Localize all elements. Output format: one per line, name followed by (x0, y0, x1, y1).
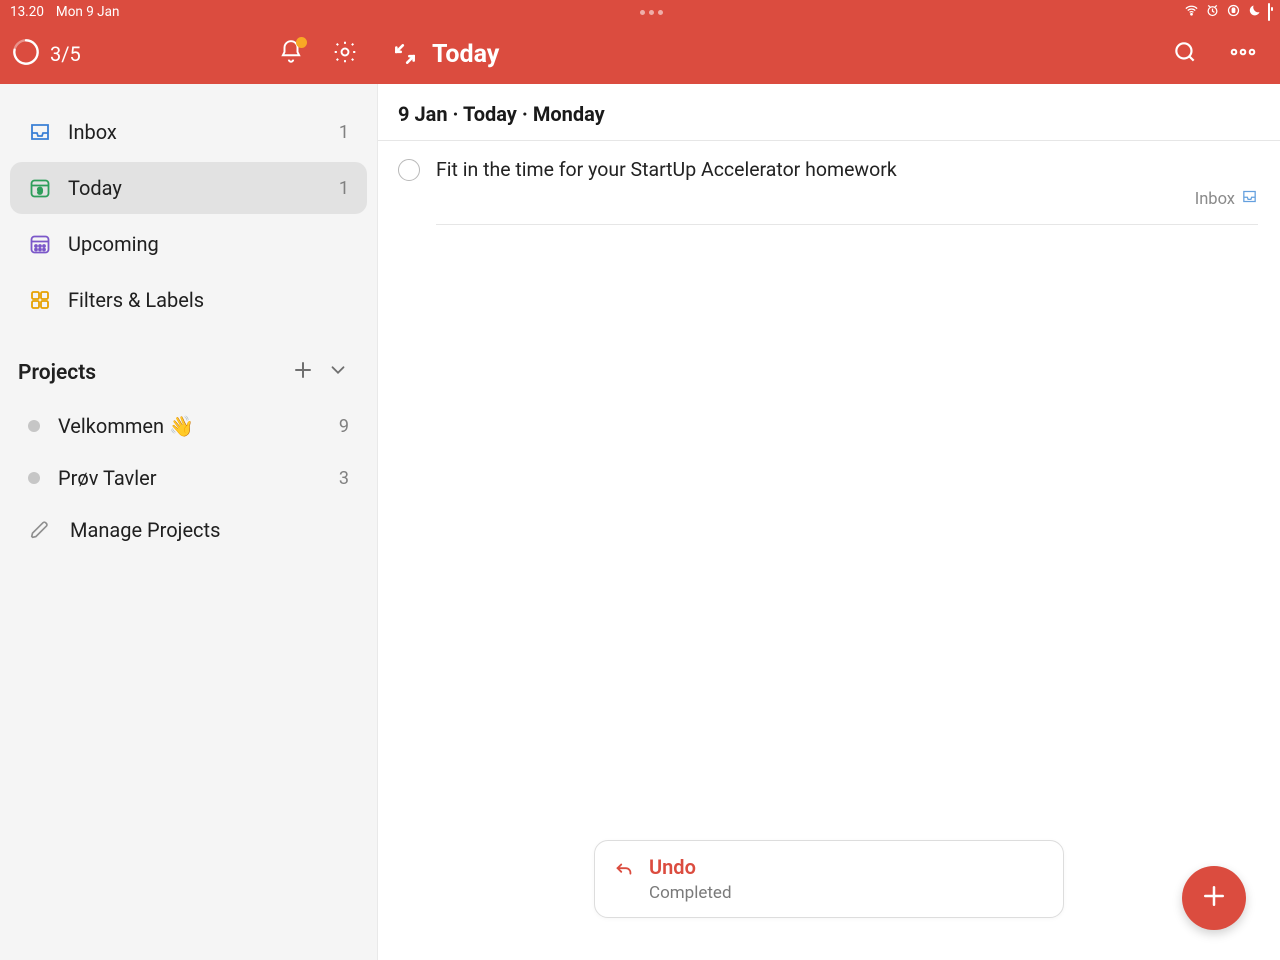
status-time: 13.20 (10, 4, 44, 20)
progress-indicator[interactable] (12, 38, 50, 70)
grid-icon (28, 288, 52, 312)
main-toolbar: Today (378, 24, 1280, 84)
sidebar-item-label: Today (68, 176, 122, 200)
orientation-lock-icon (1226, 3, 1241, 22)
status-date: Mon 9 Jan (56, 4, 119, 20)
manage-projects-button[interactable]: Manage Projects (10, 504, 367, 556)
sidebar-item-label: Upcoming (68, 232, 159, 256)
add-task-fab[interactable] (1182, 866, 1246, 930)
search-button[interactable] (1172, 39, 1198, 69)
settings-button[interactable] (332, 39, 358, 69)
project-count: 9 (339, 416, 349, 437)
battery-icon (1268, 4, 1270, 20)
sidebar-item-filters[interactable]: Filters & Labels (10, 274, 367, 326)
projects-header-label: Projects (18, 361, 96, 385)
project-color-dot-icon (28, 472, 40, 484)
task-row[interactable]: Fit in the time for your StartUp Acceler… (378, 141, 1280, 225)
dnd-moon-icon (1247, 3, 1262, 22)
progress-text[interactable]: 3/5 (50, 42, 278, 66)
inbox-icon (28, 120, 52, 144)
task-project-label[interactable]: Inbox (1195, 190, 1235, 209)
plus-icon (1199, 881, 1229, 915)
project-count: 3 (339, 468, 349, 489)
collapse-projects-button[interactable] (327, 359, 349, 387)
notifications-button[interactable] (278, 39, 304, 69)
task-title: Fit in the time for your StartUp Acceler… (436, 157, 1258, 182)
project-label: Velkommen 👋 (58, 414, 194, 438)
status-bar: 13.20 Mon 9 Jan (0, 0, 1280, 24)
sidebar-item-label: Filters & Labels (68, 288, 204, 312)
sidebar: Inbox 1 9 Today 1 Upcoming (0, 84, 378, 960)
project-item[interactable]: Velkommen 👋 9 (10, 400, 367, 452)
project-color-dot-icon (28, 420, 40, 432)
projects-header[interactable]: Projects (10, 330, 367, 400)
calendar-upcoming-icon (28, 232, 52, 256)
pencil-icon (28, 518, 52, 542)
wifi-icon (1184, 3, 1199, 22)
calendar-today-icon: 9 (28, 176, 52, 200)
add-project-button[interactable] (291, 358, 315, 388)
main-panel: 9 Jan · Today · Monday Fit in the time f… (378, 84, 1280, 960)
date-header: 9 Jan · Today · Monday (378, 84, 1280, 141)
collapse-sidebar-button[interactable] (392, 41, 418, 67)
view-title: Today (432, 40, 1172, 69)
undo-toast[interactable]: Undo Completed (594, 840, 1064, 918)
alarm-icon (1205, 3, 1220, 22)
multitask-dots[interactable] (119, 10, 1184, 15)
svg-text:9: 9 (37, 186, 42, 196)
inbox-icon (1241, 188, 1258, 210)
toast-title: Undo (649, 855, 732, 879)
undo-icon (613, 859, 635, 885)
project-item[interactable]: Prøv Tavler 3 (10, 452, 367, 504)
task-checkbox[interactable] (398, 159, 420, 181)
sidebar-toolbar: 3/5 (0, 24, 378, 84)
sidebar-item-today[interactable]: 9 Today 1 (10, 162, 367, 214)
more-options-button[interactable] (1228, 39, 1258, 69)
sidebar-item-inbox[interactable]: Inbox 1 (10, 106, 367, 158)
manage-projects-label: Manage Projects (70, 518, 220, 542)
project-label: Prøv Tavler (58, 466, 157, 490)
notification-dot-icon (296, 37, 307, 48)
sidebar-item-count: 1 (339, 178, 349, 199)
toast-subtitle: Completed (649, 883, 732, 903)
sidebar-item-count: 1 (339, 122, 349, 143)
sidebar-item-upcoming[interactable]: Upcoming (10, 218, 367, 270)
sidebar-item-label: Inbox (68, 120, 117, 144)
